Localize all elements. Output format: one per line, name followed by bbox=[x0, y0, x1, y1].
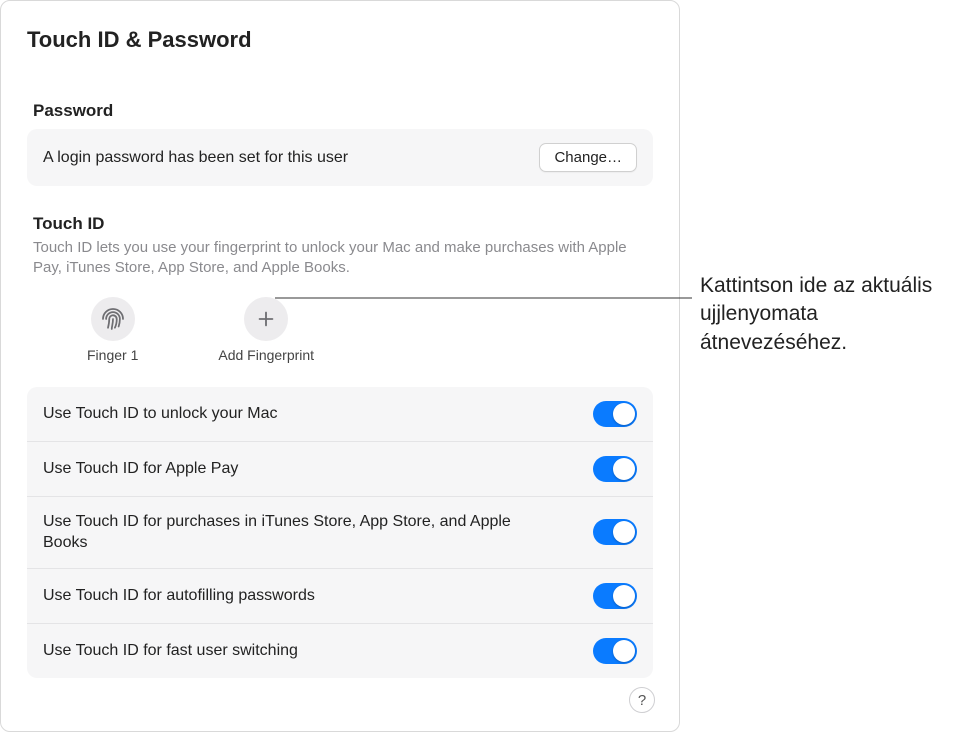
password-status-text: A login password has been set for this u… bbox=[43, 149, 348, 167]
toggle-row-purchases: Use Touch ID for purchases in iTunes Sto… bbox=[27, 497, 653, 569]
touchid-heading: Touch ID bbox=[33, 214, 647, 234]
plus-icon[interactable] bbox=[244, 297, 288, 341]
fingerprint-row: Finger 1 Add Fingerprint bbox=[87, 297, 647, 363]
fingerprint-label[interactable]: Finger 1 bbox=[87, 347, 138, 363]
content-area: Password A login password has been set f… bbox=[1, 63, 679, 688]
toggle-label: Use Touch ID for purchases in iTunes Sto… bbox=[43, 511, 523, 554]
fingerprint-icon[interactable] bbox=[91, 297, 135, 341]
toggle-label: Use Touch ID for fast user switching bbox=[43, 640, 298, 662]
toggle-row-fast-user-switching: Use Touch ID for fast user switching bbox=[27, 624, 653, 678]
password-card: A login password has been set for this u… bbox=[27, 129, 653, 186]
help-button[interactable]: ? bbox=[629, 687, 655, 713]
toggle-list: Use Touch ID to unlock your Mac Use Touc… bbox=[27, 387, 653, 678]
toggle-row-unlock-mac: Use Touch ID to unlock your Mac bbox=[27, 387, 653, 442]
add-fingerprint-label[interactable]: Add Fingerprint bbox=[218, 347, 314, 363]
toggle-switch-apple-pay[interactable] bbox=[593, 456, 637, 482]
password-heading: Password bbox=[33, 101, 647, 121]
add-fingerprint-item[interactable]: Add Fingerprint bbox=[218, 297, 314, 363]
touchid-description: Touch ID lets you use your fingerprint t… bbox=[33, 238, 647, 279]
toggle-switch-unlock-mac[interactable] bbox=[593, 401, 637, 427]
toggle-label: Use Touch ID for Apple Pay bbox=[43, 458, 238, 480]
toggle-row-apple-pay: Use Touch ID for Apple Pay bbox=[27, 442, 653, 497]
toggle-label: Use Touch ID for autofilling passwords bbox=[43, 585, 315, 607]
settings-panel: Touch ID & Password Password A login pas… bbox=[0, 0, 680, 732]
fingerprint-item-finger1[interactable]: Finger 1 bbox=[87, 297, 138, 363]
toggle-switch-fast-user-switching[interactable] bbox=[593, 638, 637, 664]
toggle-switch-purchases[interactable] bbox=[593, 519, 637, 545]
page-title: Touch ID & Password bbox=[1, 1, 679, 63]
toggle-switch-autofill[interactable] bbox=[593, 583, 637, 609]
toggle-label: Use Touch ID to unlock your Mac bbox=[43, 403, 277, 425]
change-password-button[interactable]: Change… bbox=[539, 143, 637, 172]
annotation-callout: Kattintson ide az aktuális ujjlenyomata … bbox=[700, 272, 970, 357]
toggle-row-autofill: Use Touch ID for autofilling passwords bbox=[27, 569, 653, 624]
